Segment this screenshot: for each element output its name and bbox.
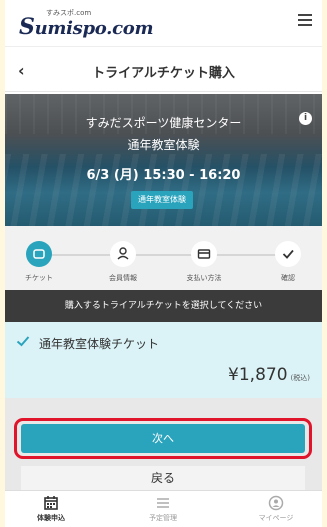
next-button[interactable]: 次へ (21, 424, 305, 453)
ticket-option[interactable]: 通年教室体験チケット ¥1,870 (税込) (5, 322, 322, 398)
hero-banner: すみだスポーツ健康センター 通年教室体験 6/3 (月) 15:30 - 16:… (5, 94, 322, 226)
nav-label-mypage: マイページ (258, 514, 294, 522)
step-member-info: 会員情報 (93, 241, 153, 283)
class-name: 通年教室体験 (127, 138, 200, 152)
title-bar: ‹ トライアルチケット購入 (5, 48, 322, 92)
action-area: 次へ 戻る (5, 398, 322, 490)
selection-prompt: 購入するトライアルチケットを選択してください (5, 290, 322, 322)
steps-connector (39, 254, 288, 256)
app-frame: すみスポ.com Sumispo.com ‹ トライアルチケット購入 すみだスポ… (5, 0, 322, 527)
sumispo-logo[interactable]: すみスポ.com Sumispo.com (19, 8, 154, 40)
ticket-name: 通年教室体験チケット (39, 337, 160, 351)
facility-name: すみだスポーツ健康センター (85, 116, 242, 130)
back-button[interactable]: 戻る (21, 466, 305, 490)
list-icon (157, 498, 169, 508)
class-category-badge: 通年教室体験 (131, 191, 193, 209)
step-label-payment: 支払い方法 (186, 274, 222, 282)
page-title: トライアルチケット購入 (92, 66, 235, 81)
bottom-nav: 体験申込 予定管理 マイページ (5, 490, 322, 527)
tax-label: (税込) (290, 374, 310, 382)
ticket-icon (33, 249, 45, 259)
nav-schedule[interactable]: 予定管理 (123, 495, 203, 523)
person-icon (117, 247, 129, 260)
step-confirm: 確認 (258, 241, 318, 283)
info-icon[interactable]: i (299, 112, 312, 125)
step-payment: 支払い方法 (174, 241, 234, 283)
nav-label-apply: 体験申込 (37, 514, 65, 522)
hamburger-menu-icon[interactable] (298, 14, 312, 28)
step-ticket: チケット (9, 241, 69, 283)
logo-text: Sumispo.com (19, 14, 154, 40)
top-header: すみスポ.com Sumispo.com (5, 0, 322, 47)
nav-mypage[interactable]: マイページ (236, 495, 316, 523)
checkmark-icon (282, 249, 294, 259)
selected-check-icon (16, 336, 30, 347)
ticket-price: ¥1,870 (税込) (228, 365, 310, 385)
user-icon (268, 495, 284, 511)
nav-trial-apply[interactable]: 体験申込 (11, 495, 91, 523)
calendar-icon (44, 496, 58, 510)
nav-label-schedule: 予定管理 (149, 514, 177, 522)
progress-steps: チケット 会員情報 支払い方法 確認 (5, 226, 322, 290)
step-label-ticket: チケット (25, 274, 53, 282)
step-label-member: 会員情報 (109, 274, 137, 282)
credit-card-icon (197, 249, 211, 259)
class-datetime: 6/3 (月) 15:30 - 16:20 (86, 168, 241, 183)
step-label-confirm: 確認 (281, 274, 295, 282)
